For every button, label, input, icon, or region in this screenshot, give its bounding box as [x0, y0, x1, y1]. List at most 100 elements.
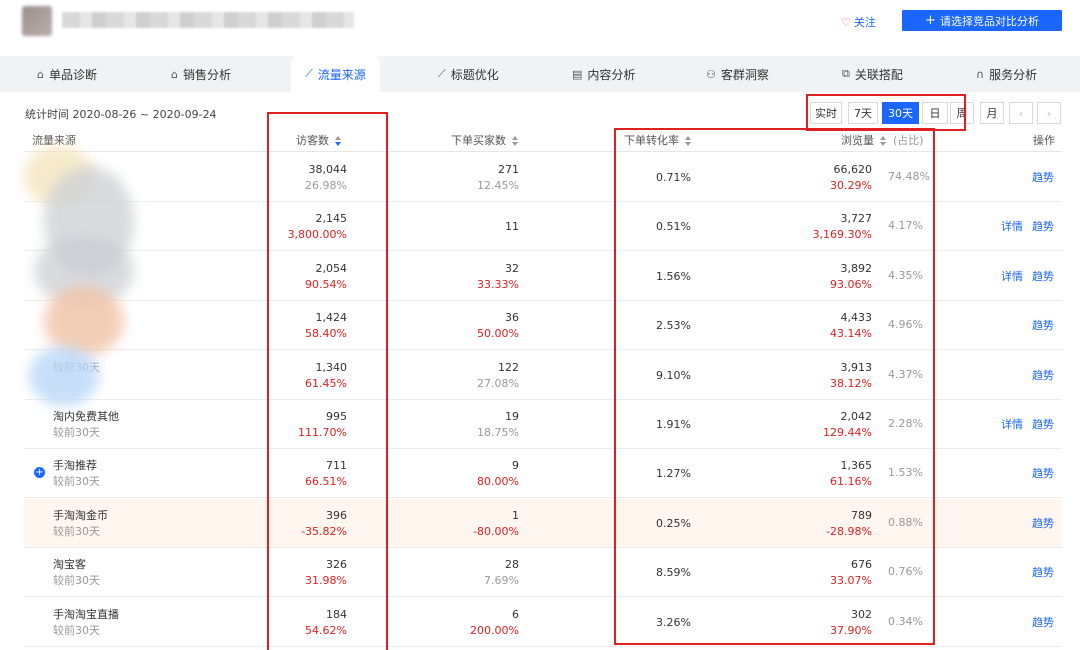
- tab-content-analysis[interactable]: ▤ 内容分析: [572, 56, 635, 92]
- prev-page-button[interactable]: ‹: [1009, 102, 1033, 124]
- buyers-cell: 9 80.00%: [477, 458, 519, 490]
- trend-icon: ⟋: [305, 67, 313, 80]
- table-row[interactable]: 1,424 58.40% 36 50.00% 2.53% 4,433 43.14% 4.96%…: [24, 301, 1062, 351]
- period-day-button[interactable]: 日: [922, 102, 948, 124]
- period-realtime-button[interactable]: 实时: [810, 102, 842, 124]
- buyers-change: -80.00%: [473, 524, 519, 538]
- tab-sales-analysis[interactable]: ⌂ 销售分析: [171, 56, 231, 92]
- buyers-value: 36: [505, 311, 519, 325]
- tab-label: 单品诊断: [48, 67, 97, 82]
- buyers-value: 11: [505, 220, 519, 234]
- pageviews-value: 789: [851, 508, 872, 522]
- trend-link[interactable]: 趋势: [1032, 169, 1054, 185]
- trend-link[interactable]: 趋势: [1032, 465, 1054, 481]
- share-value: 1.53%: [888, 466, 923, 480]
- tab-related-match[interactable]: ⧉ 关联搭配: [842, 56, 903, 92]
- trend-link[interactable]: 趋势: [1032, 416, 1054, 432]
- tab-service-analysis[interactable]: ∩ 服务分析: [976, 56, 1037, 92]
- sort-icon[interactable]: [512, 136, 518, 146]
- period-7d-button[interactable]: 7天: [848, 102, 878, 124]
- next-page-button[interactable]: ›: [1037, 102, 1061, 124]
- detail-link[interactable]: 详情: [1001, 218, 1023, 234]
- table-row[interactable]: + 手淘推荐 较前30天 711 66.51% 9 80.00% 1.27% 1,365 61.1…: [24, 449, 1062, 499]
- tab-title-optimization[interactable]: ⟋ 标题优化: [438, 56, 499, 92]
- expand-icon[interactable]: +: [34, 467, 45, 479]
- visitors-cell: 396 -35.82%: [301, 508, 347, 540]
- pageviews-change: 33.07%: [830, 574, 872, 588]
- source-cell: 手淘淘宝直播 较前30天: [53, 607, 119, 639]
- visitors-value: 1,340: [315, 360, 348, 374]
- follow-button[interactable]: ♡ 关注: [841, 14, 876, 30]
- buyers-cell: 28 7.69%: [484, 557, 519, 589]
- conversion-value: 8.59%: [656, 566, 691, 580]
- visitors-change: 3,800.00%: [287, 228, 347, 242]
- follow-label: 关注: [853, 16, 876, 29]
- header-pageviews[interactable]: 浏览量: [841, 132, 886, 148]
- compare-label: 较前30天: [53, 574, 100, 588]
- header-visitors[interactable]: 访客数: [296, 132, 341, 148]
- table-row[interactable]: 淘内免费其他 较前30天 995 111.70% 19 18.75% 1.91% 2,042 1…: [24, 400, 1062, 449]
- share-value: 4.35%: [888, 268, 923, 282]
- conversion-cell: 9.10%: [656, 368, 691, 384]
- table-row[interactable]: 2,054 90.54% 32 33.33% 1.56% 3,892 93.06% 4.35%…: [24, 251, 1062, 301]
- detail-link[interactable]: 详情: [1001, 268, 1023, 284]
- visitors-value: 2,145: [315, 212, 348, 226]
- trend-link[interactable]: 趋势: [1032, 564, 1054, 580]
- table-row[interactable]: 淘宝客 较前30天 326 31.98% 28 7.69% 8.59% 676 33.07% 0.…: [24, 548, 1062, 598]
- visitors-value: 396: [326, 508, 347, 522]
- trend-link[interactable]: 趋势: [1032, 367, 1054, 383]
- sort-icon[interactable]: [880, 136, 886, 146]
- tab-traffic-source[interactable]: ⟋ 流量来源: [291, 56, 380, 92]
- visitors-value: 38,044: [308, 163, 348, 176]
- visitors-change: 31.98%: [305, 574, 347, 588]
- pageviews-change: 30.29%: [830, 179, 872, 192]
- buyers-cell: 19 18.75%: [477, 409, 519, 441]
- product-title-blurred: [62, 12, 354, 28]
- pageviews-value: 66,620: [833, 163, 873, 176]
- table-row[interactable]: 较前30天 1,340 61.45% 122 27.08% 9.10% 3,913 38.12…: [24, 350, 1062, 400]
- trend-link[interactable]: 趋势: [1032, 515, 1054, 531]
- visitors-change: 58.40%: [305, 327, 347, 341]
- tab-label: 服务分析: [989, 67, 1038, 82]
- buyers-cell: 32 33.33%: [477, 261, 519, 293]
- conversion-cell: 8.59%: [656, 565, 691, 581]
- detail-link[interactable]: 详情: [1001, 416, 1023, 432]
- period-week-button[interactable]: 周: [950, 102, 974, 124]
- pageviews-change: 129.44%: [823, 426, 872, 439]
- header-conversion-label: 下单转化率: [624, 134, 679, 147]
- tab-audience-insight[interactable]: ⚇ 客群洞察: [706, 56, 769, 92]
- conversion-cell: 1.27%: [656, 466, 691, 482]
- conversion-value: 1.91%: [656, 418, 691, 431]
- header-buyers[interactable]: 下单买家数: [451, 132, 518, 148]
- compare-label: 较前30天: [53, 623, 100, 637]
- pageviews-change: 93.06%: [830, 277, 872, 291]
- trend-link[interactable]: 趋势: [1032, 218, 1054, 234]
- buyers-value: 271: [498, 163, 519, 176]
- trend-link[interactable]: 趋势: [1032, 614, 1054, 630]
- visitors-change: 54.62%: [305, 623, 347, 637]
- source-name: 手淘淘宝直播: [53, 607, 119, 621]
- buyers-change: 200.00%: [470, 623, 519, 637]
- visitors-cell: 184 54.62%: [305, 607, 347, 639]
- trend-link[interactable]: 趋势: [1032, 317, 1054, 333]
- header-conversion[interactable]: 下单转化率: [624, 132, 691, 148]
- sort-icon[interactable]: [335, 136, 341, 146]
- table-row[interactable]: 38,044 26.98% 271 12.45% 0.71% 66,620 30.29% 74…: [24, 153, 1062, 202]
- headset-icon: ∩: [976, 67, 985, 81]
- table-row[interactable]: 2,145 3,800.00% 11 0.51% 3,727 3,169.30% 4.17%…: [24, 202, 1062, 252]
- conversion-cell: 0.71%: [656, 170, 691, 186]
- pageviews-value: 3,913: [840, 360, 873, 374]
- buyers-change: 33.33%: [477, 277, 519, 291]
- source-name: 手淘淘金币: [53, 508, 108, 522]
- trend-link[interactable]: 趋势: [1032, 268, 1054, 284]
- source-cell: 较前30天: [53, 360, 100, 376]
- period-30d-button[interactable]: 30天: [882, 102, 919, 124]
- table-row[interactable]: 手淘淘金币 较前30天 396 -35.82% 1 -80.00% 0.25% 789 -28.…: [24, 498, 1062, 548]
- tab-item-diagnosis[interactable]: ⌂ 单品诊断: [37, 56, 97, 92]
- compare-competitor-button[interactable]: + 请选择竞品对比分析: [902, 10, 1062, 31]
- period-month-button[interactable]: 月: [980, 102, 1004, 124]
- pageviews-change: 3,169.30%: [812, 228, 872, 242]
- sort-icon[interactable]: [685, 136, 691, 146]
- table-row[interactable]: 手淘淘宝直播 较前30天 184 54.62% 6 200.00% 3.26% 302 37.9…: [24, 597, 1062, 647]
- share-value: 4.37%: [888, 367, 923, 381]
